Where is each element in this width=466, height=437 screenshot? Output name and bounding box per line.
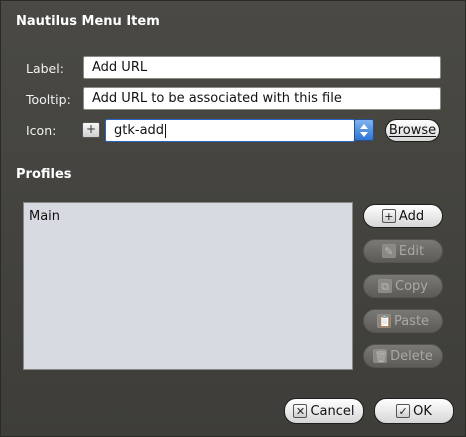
paste-profile-button[interactable]: 📋 Paste — [363, 309, 443, 333]
cancel-button[interactable]: ✕ Cancel — [284, 398, 364, 424]
dialog-title: Nautilus Menu Item — [16, 14, 160, 29]
text-cursor — [165, 123, 167, 138]
add-profile-button[interactable]: + Add — [363, 204, 443, 228]
trash-icon: 🗑 — [373, 349, 389, 363]
label-input-value: Add URL — [92, 60, 148, 75]
delete-button-label: Delete — [390, 348, 433, 364]
add-button-label: Add — [398, 208, 425, 224]
label-input[interactable]: Add URL — [83, 56, 441, 79]
tooltip-input-value: Add URL to be associated with this file — [92, 91, 342, 106]
ok-button-label: OK — [413, 403, 432, 419]
delete-profile-button[interactable]: 🗑 Delete — [363, 344, 443, 368]
edit-profile-button[interactable]: ✎ Edit — [363, 239, 443, 263]
icon-combo-input[interactable]: gtk-add — [105, 119, 355, 142]
edit-button-label: Edit — [398, 243, 425, 259]
pencil-icon: ✎ — [381, 244, 396, 258]
paste-button-label: Paste — [393, 313, 430, 329]
icon-preview-icon: + — [82, 122, 100, 138]
profiles-heading: Profiles — [16, 167, 72, 182]
chevron-down-icon — [360, 132, 368, 137]
browse-button[interactable]: Browse — [385, 119, 440, 142]
copy-icon: ⧉ — [378, 279, 392, 293]
close-icon: ✕ — [293, 404, 308, 418]
browse-button-label: Browse — [388, 123, 437, 138]
icon-caption: Icon: — [26, 123, 57, 138]
cancel-button-label: Cancel — [310, 403, 355, 419]
copy-profile-button[interactable]: ⧉ Copy — [363, 274, 443, 298]
plus-icon: + — [381, 209, 396, 223]
profiles-list[interactable]: Main — [23, 202, 353, 370]
icon-combo-dropdown-button[interactable] — [354, 119, 374, 141]
dialog-window: Nautilus Menu Item Label: Add URL Toolti… — [0, 0, 466, 437]
tooltip-input[interactable]: Add URL to be associated with this file — [83, 87, 441, 110]
icon-combo-value: gtk-add — [114, 123, 165, 138]
ok-button[interactable]: ✓ OK — [374, 398, 454, 424]
copy-button-label: Copy — [395, 278, 428, 294]
chevron-up-icon — [360, 124, 368, 129]
checkmark-icon: ✓ — [396, 404, 411, 418]
list-item[interactable]: Main — [29, 209, 60, 224]
tooltip-caption: Tooltip: — [26, 92, 71, 107]
paste-icon: 📋 — [376, 314, 392, 328]
label-caption: Label: — [26, 61, 64, 76]
